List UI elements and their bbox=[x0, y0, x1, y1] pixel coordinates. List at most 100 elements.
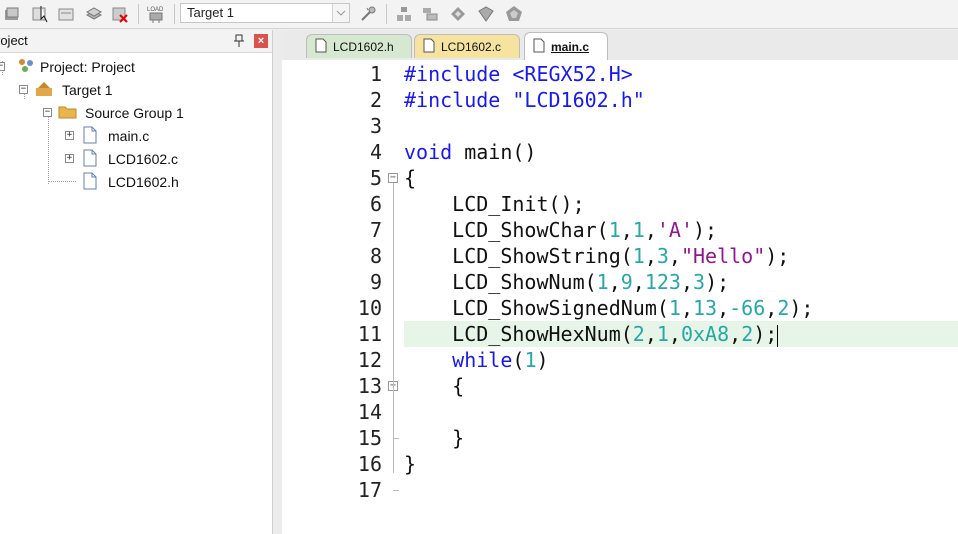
line-number: 2 bbox=[369, 88, 382, 112]
rebuild-icon[interactable] bbox=[56, 4, 76, 24]
project-panel-header: roject × bbox=[0, 30, 272, 53]
collapse-icon[interactable]: − bbox=[19, 85, 28, 94]
collapse-icon[interactable]: − bbox=[43, 108, 52, 117]
tree-item-label: main.c bbox=[108, 128, 150, 144]
line-number: 11 bbox=[357, 322, 382, 346]
code-text: #include <REGX52.H> bbox=[404, 62, 633, 86]
code-line[interactable]: 13 {− bbox=[282, 373, 958, 399]
download-icon[interactable]: LOAD bbox=[146, 4, 166, 24]
code-line[interactable]: 14 bbox=[282, 399, 958, 425]
file-icon bbox=[423, 38, 435, 56]
code-line[interactable]: 7 LCD_ShowChar(1,1,'A'); bbox=[282, 217, 958, 243]
folder-icon bbox=[58, 103, 78, 124]
code-line[interactable]: 3 bbox=[282, 113, 958, 139]
text-cursor bbox=[777, 324, 779, 347]
code-text: LCD_Init(); bbox=[404, 192, 585, 216]
line-number: 16 bbox=[357, 452, 382, 476]
editor-tab-bar: LCD1602.h LCD1602.c main.c bbox=[282, 30, 958, 60]
collapse-icon[interactable]: − bbox=[0, 62, 5, 71]
code-text: LCD_ShowChar(1,1,'A'); bbox=[404, 218, 718, 242]
file-icon bbox=[82, 126, 98, 147]
line-number: 5 bbox=[369, 166, 382, 190]
chevron-down-icon[interactable] bbox=[332, 4, 349, 22]
code-line[interactable]: 6 LCD_Init(); bbox=[282, 191, 958, 217]
fold-guide bbox=[393, 391, 394, 449]
project-tree: − Project: Project − Target 1 − Source G… bbox=[0, 53, 272, 534]
code-line[interactable]: 1 #include <REGX52.H> bbox=[282, 61, 958, 87]
fold-toggle-icon[interactable]: − bbox=[388, 173, 398, 183]
target-select-value: Target 1 bbox=[187, 5, 234, 20]
code-line[interactable]: 10 LCD_ShowSignedNum(1,13,-66,2); bbox=[282, 295, 958, 321]
tab-label: main.c bbox=[551, 39, 590, 54]
code-text: LCD_ShowHexNum(2,1,0xA8,2); bbox=[404, 321, 958, 347]
line-number: 1 bbox=[369, 62, 382, 86]
manage-rte-icon[interactable] bbox=[504, 4, 524, 24]
code-editor[interactable]: 1 #include <REGX52.H> 2 #include "LCD1602.h… bbox=[282, 60, 958, 534]
code-text: } bbox=[404, 426, 465, 450]
line-number: 17 bbox=[357, 478, 382, 502]
tab-lcd1602-h[interactable]: LCD1602.h bbox=[306, 34, 412, 58]
tree-item-label: LCD1602.c bbox=[108, 151, 179, 167]
code-line[interactable]: 2 #include "LCD1602.h" bbox=[282, 87, 958, 113]
code-text: while(1) bbox=[452, 348, 549, 372]
stop-build-icon[interactable] bbox=[110, 4, 130, 24]
line-number: 3 bbox=[369, 114, 382, 138]
code-text: LCD_ShowSignedNum(1,13,-66,2); bbox=[404, 296, 814, 320]
code-text: { bbox=[404, 166, 417, 190]
select-packs-icon[interactable] bbox=[476, 4, 496, 24]
target-options-icon[interactable] bbox=[358, 4, 378, 24]
tab-label: LCD1602.h bbox=[333, 39, 394, 54]
manage-project-icon[interactable] bbox=[394, 4, 414, 24]
file-icon bbox=[82, 172, 98, 193]
code-line[interactable]: 5 {− bbox=[282, 165, 958, 191]
line-number: 13 bbox=[357, 374, 382, 398]
file-icon bbox=[82, 149, 98, 170]
line-number: 15 bbox=[357, 426, 382, 450]
code-line[interactable]: 9 LCD_ShowNum(1,9,123,3); bbox=[282, 269, 958, 295]
toolbar: LOAD Target 1 bbox=[0, 0, 958, 29]
project-panel-title: roject bbox=[0, 33, 28, 48]
file-extensions-icon[interactable] bbox=[420, 4, 440, 24]
manage-packs-icon[interactable] bbox=[448, 4, 468, 24]
code-line[interactable]: 11 LCD_ShowHexNum(2,1,0xA8,2); bbox=[282, 321, 958, 347]
build-icon[interactable] bbox=[30, 4, 50, 24]
line-number: 12 bbox=[357, 348, 382, 372]
code-text: LCD_ShowNum(1,9,123,3); bbox=[404, 270, 730, 294]
batch-build-icon[interactable] bbox=[84, 4, 104, 24]
tree-item-label: Target 1 bbox=[62, 82, 113, 98]
expand-icon[interactable]: + bbox=[65, 154, 74, 163]
code-text: { bbox=[404, 374, 465, 398]
close-icon[interactable]: × bbox=[254, 34, 268, 48]
code-text: #include "LCD1602.h" bbox=[404, 88, 645, 112]
translate-icon[interactable] bbox=[2, 4, 22, 24]
tree-item-label: LCD1602.h bbox=[108, 174, 179, 190]
code-line[interactable]: 16} bbox=[282, 451, 958, 477]
tab-label: LCD1602.c bbox=[441, 39, 502, 54]
code-text: LCD_ShowString(1,3,"Hello"); bbox=[404, 244, 790, 268]
fold-end-marker bbox=[393, 438, 399, 439]
code-line[interactable]: 17 bbox=[282, 477, 958, 503]
line-number: 9 bbox=[369, 270, 382, 294]
expand-icon[interactable]: + bbox=[65, 131, 74, 140]
code-line[interactable]: 4 void main() bbox=[282, 139, 958, 165]
pin-icon[interactable] bbox=[232, 34, 246, 48]
line-number: 4 bbox=[369, 140, 382, 164]
line-number: 14 bbox=[357, 400, 382, 424]
tab-main-c[interactable]: main.c bbox=[524, 32, 608, 60]
line-number: 8 bbox=[369, 244, 382, 268]
tab-lcd1602-c[interactable]: LCD1602.c bbox=[414, 34, 520, 58]
code-line[interactable]: 8 LCD_ShowString(1,3,"Hello"); bbox=[282, 243, 958, 269]
line-number: 10 bbox=[357, 296, 382, 320]
tree-item-label: Source Group 1 bbox=[85, 105, 184, 121]
code-text: void main() bbox=[404, 140, 537, 164]
target-select[interactable]: Target 1 bbox=[180, 3, 350, 23]
code-text: } bbox=[404, 452, 417, 476]
code-line[interactable]: 12 while(1) bbox=[282, 347, 958, 373]
target-icon bbox=[34, 80, 54, 101]
fold-end-marker bbox=[393, 490, 399, 491]
line-number: 6 bbox=[369, 192, 382, 216]
project-icon bbox=[16, 57, 36, 78]
code-line[interactable]: 15 } bbox=[282, 425, 958, 451]
tree-item-label: Project: Project bbox=[40, 59, 135, 75]
